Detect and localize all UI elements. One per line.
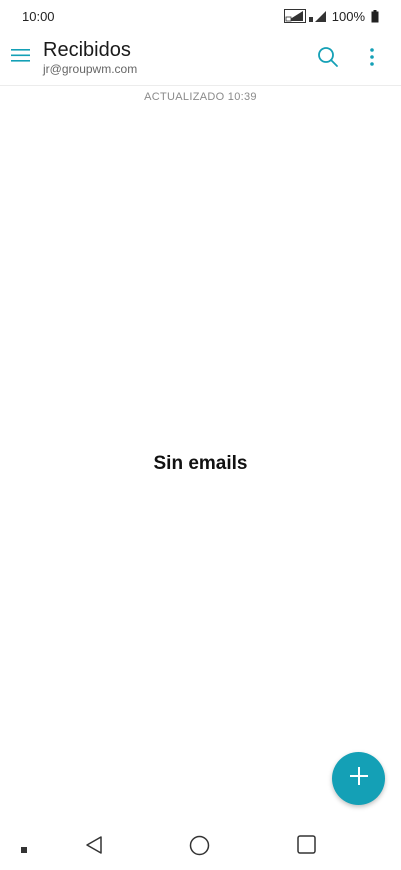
page-title: Recibidos (43, 39, 131, 61)
last-updated-label: ACTUALIZADO 10:39 (144, 91, 257, 103)
email-inbox-screen: 10:00 100% Recibidos jr@groupwm.com ACTU… (0, 0, 401, 870)
status-time: 10:00 (22, 8, 55, 24)
battery-icon (371, 9, 379, 23)
menu-icon[interactable] (10, 44, 32, 66)
account-email: jr@groupwm.com (43, 62, 138, 76)
compose-button[interactable] (332, 752, 385, 805)
search-icon[interactable] (316, 45, 340, 69)
battery-percent: 100% (331, 8, 365, 24)
more-vert-icon[interactable] (362, 45, 382, 69)
status-bar: 10:00 100% (0, 0, 401, 32)
app-bar: Recibidos jr@groupwm.com (0, 32, 401, 86)
plus-icon (348, 765, 370, 792)
home-icon[interactable] (189, 835, 210, 861)
title-block: Recibidos jr@groupwm.com (43, 38, 137, 76)
signal-icon (283, 9, 306, 23)
empty-inbox-message: Sin emails (153, 453, 248, 474)
square-small-icon[interactable] (21, 840, 27, 858)
system-nav-bar (0, 820, 401, 870)
back-icon[interactable] (84, 835, 104, 860)
signal-icon (308, 9, 327, 23)
status-icons: 100% (283, 8, 379, 24)
recents-icon[interactable] (297, 835, 316, 859)
